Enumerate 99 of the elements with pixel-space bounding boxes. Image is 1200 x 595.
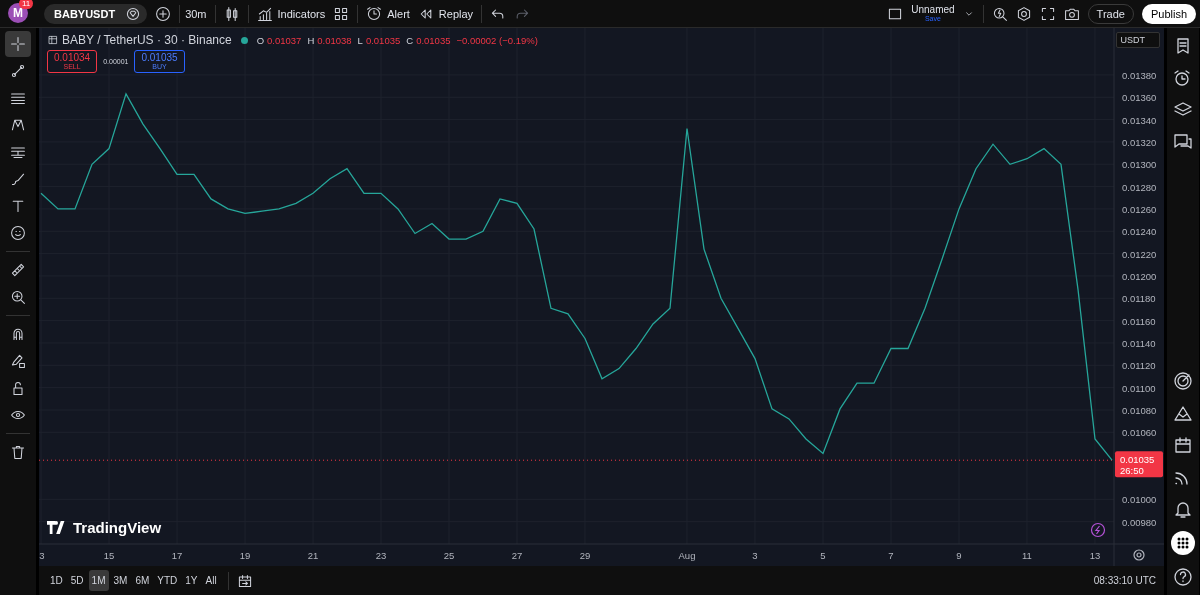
range-button[interactable]: 1M	[88, 570, 109, 591]
ohlc-value: 0.01035	[416, 34, 451, 46]
ohlc-label: C	[406, 34, 414, 46]
date-label: 17	[171, 550, 183, 561]
date-label: 21	[307, 550, 319, 561]
trade-button[interactable]: Trade	[1087, 3, 1134, 24]
date-label: 9	[956, 550, 962, 561]
date-label: 11	[1022, 550, 1032, 561]
ohlc-label: O	[256, 34, 265, 46]
help-icon[interactable]	[1173, 567, 1193, 587]
range-button[interactable]: 3M	[110, 570, 131, 591]
price-label: 0.01080	[1122, 404, 1157, 416]
price-label: 0.01220	[1122, 248, 1157, 260]
chart-title: BABY / TetherUS · 30 · Binance	[62, 33, 232, 47]
text-icon	[10, 198, 26, 214]
range-button[interactable]: YTD	[154, 570, 181, 591]
ohlc-value: 0.01035	[365, 34, 401, 46]
date-label: 7	[888, 550, 894, 561]
alarm-icon[interactable]	[366, 5, 383, 22]
crosshair-icon	[10, 36, 26, 52]
range-button[interactable]: All	[202, 570, 220, 591]
grid-icon[interactable]	[333, 5, 350, 22]
settings-icon[interactable]	[1015, 5, 1032, 22]
bell-icon[interactable]	[1173, 499, 1193, 519]
date-label: 23	[375, 550, 387, 561]
calendar-icon[interactable]	[236, 572, 253, 589]
date-label: 19	[239, 550, 251, 561]
price-label: 0.01240	[1122, 226, 1157, 238]
lines-icon	[10, 90, 26, 106]
price-label: 0.01160	[1122, 315, 1156, 327]
search-icon[interactable]	[991, 5, 1008, 22]
alert-button[interactable]: Alert	[387, 7, 410, 20]
zoom-in-icon	[10, 289, 26, 305]
countdown: 26:50	[1120, 465, 1144, 477]
magnet-icon	[10, 326, 26, 342]
date-label: 5	[820, 550, 826, 561]
range-button[interactable]: 5D	[67, 570, 87, 591]
ruler-icon	[10, 262, 26, 278]
date-label: 13	[1089, 550, 1101, 561]
indicators-icon[interactable]	[256, 5, 273, 22]
price-label: 0.01180	[1122, 293, 1156, 305]
zigzag-icon	[10, 117, 26, 133]
publish-button[interactable]: Publish	[1141, 3, 1196, 24]
price-label: 0.01120	[1122, 360, 1156, 372]
range-button[interactable]: 1D	[47, 570, 66, 591]
price-tag	[1115, 451, 1163, 478]
pencil-lock-icon	[10, 353, 26, 369]
date-label: 27	[511, 550, 523, 561]
price-label: 0.01320	[1122, 136, 1157, 148]
price-label: 0.01360	[1122, 92, 1157, 104]
brush-icon	[10, 171, 26, 187]
price-label: 0.01380	[1122, 69, 1157, 81]
layout-name[interactable]: Unnamed	[911, 5, 955, 15]
price-label: 0.01340	[1122, 114, 1157, 126]
add-icon[interactable]	[155, 5, 172, 22]
line-icon	[10, 63, 26, 79]
ohlc-value: 0.01037	[267, 34, 302, 46]
price-change: −0.00002 (−0.19%)	[456, 34, 538, 46]
sliders-icon	[10, 144, 26, 160]
currency-dropdown[interactable]: USDT	[1115, 32, 1160, 48]
ohlc-label: L	[357, 34, 363, 46]
price-label: 0.01300	[1122, 159, 1157, 171]
ohlc-label: H	[307, 34, 315, 46]
target-icon[interactable]	[1173, 371, 1193, 391]
trash-icon	[10, 444, 26, 460]
collapse-icon[interactable]	[47, 34, 59, 46]
indicators-button[interactable]: Indicators	[277, 7, 326, 20]
price-label: 0.01060	[1122, 427, 1157, 439]
price-tag-value: 0.01035	[1120, 454, 1155, 466]
range-button[interactable]: 1Y	[182, 570, 201, 591]
lock-icon	[10, 380, 26, 396]
price-label: 0.01100	[1122, 382, 1156, 394]
price-label: 0.01140	[1122, 337, 1156, 349]
apps-icon[interactable]	[1171, 531, 1195, 555]
fullscreen-icon[interactable]	[1039, 5, 1056, 22]
notification-badge: 11	[19, 0, 34, 9]
price-label: 0.01200	[1122, 270, 1157, 282]
date-label: 3	[39, 550, 45, 561]
status-dot	[240, 36, 248, 44]
smiley-icon	[10, 225, 26, 241]
price-label: 0.01280	[1122, 181, 1157, 193]
price-label: 0.01260	[1122, 203, 1157, 215]
date-label: Aug	[678, 550, 696, 561]
replay-button[interactable]: Replay	[438, 7, 474, 20]
range-button[interactable]: 6M	[132, 570, 153, 591]
interval-button[interactable]: 30m	[185, 7, 207, 20]
logo-text: TradingView	[73, 519, 162, 536]
ohlc-value: 0.01038	[317, 34, 352, 46]
settings-icon[interactable]	[1133, 549, 1145, 561]
price-label: 0.01000	[1122, 494, 1157, 506]
date-label: 15	[103, 550, 115, 561]
clock: 08:33:10 UTC	[1093, 575, 1156, 586]
lightning-icon[interactable]	[1090, 522, 1106, 538]
calendar-icon[interactable]	[1173, 435, 1193, 455]
diamond-icon[interactable]	[125, 5, 142, 22]
date-label: 3	[752, 550, 758, 561]
price-label: 0.00980	[1122, 516, 1157, 528]
date-label: 25	[443, 550, 455, 561]
date-label: 29	[579, 550, 591, 561]
